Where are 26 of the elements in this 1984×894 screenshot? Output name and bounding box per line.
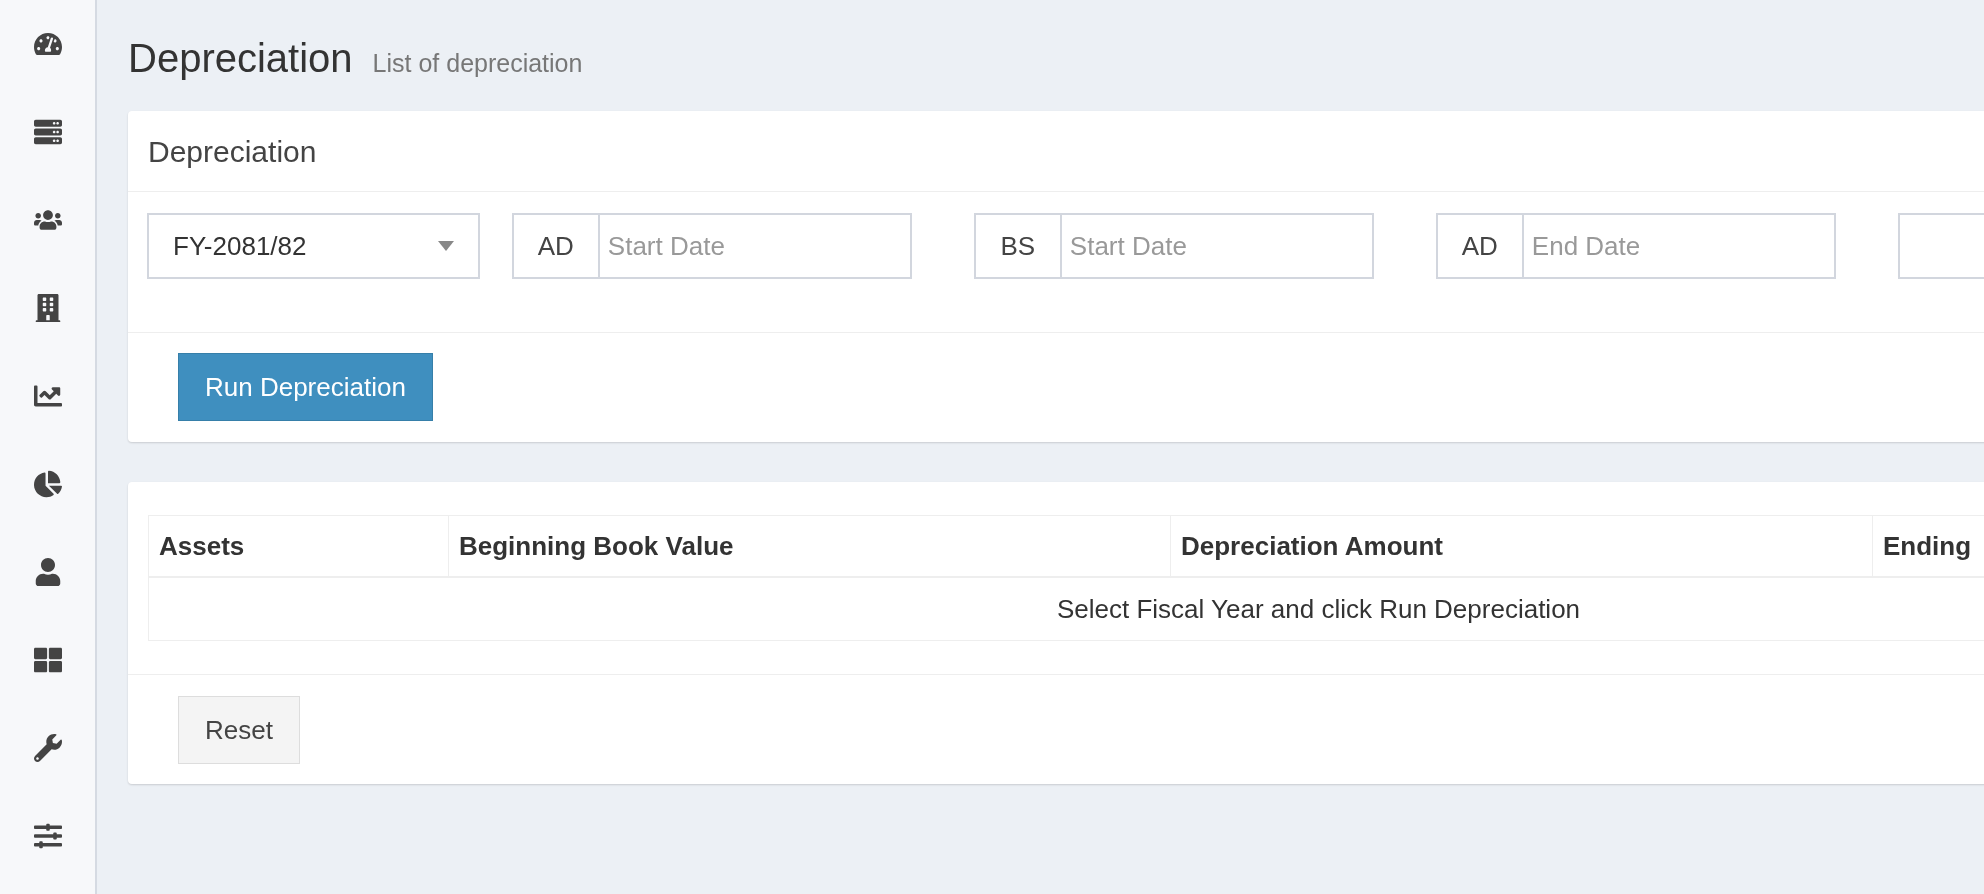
column-header: Ending: [1872, 516, 1984, 576]
empty-message: Select Fiscal Year and click Run Depreciation: [1056, 592, 1582, 626]
sliders-icon[interactable]: [33, 822, 62, 850]
grid-icon[interactable]: [33, 646, 62, 674]
caret-icon: [437, 241, 454, 251]
date-input-field[interactable]: End Date: [1523, 213, 1836, 279]
date-addon: AD: [511, 213, 600, 279]
card-title: Depreciation: [148, 133, 317, 170]
date-addon: BS: [973, 213, 1062, 279]
server-icon[interactable]: [33, 118, 62, 146]
fiscal-year-dropdown[interactable]: FY-2081/82: [147, 213, 480, 279]
building-icon[interactable]: [33, 294, 62, 322]
reset-button[interactable]: Reset: [178, 696, 300, 764]
column-header: Beginning Book Value: [448, 516, 1170, 576]
date-input-field[interactable]: Start Date: [1061, 213, 1374, 279]
column-header: Assets: [158, 529, 246, 563]
date-addon: AD: [1435, 213, 1524, 279]
gauge-icon[interactable]: [33, 30, 62, 58]
wrench-icon[interactable]: [33, 734, 62, 762]
page-subtitle: List of depreciation: [372, 48, 583, 79]
column-header: Depreciation Amount: [1170, 516, 1872, 576]
user-icon[interactable]: [33, 558, 62, 586]
date-input-field[interactable]: Start Date: [599, 213, 912, 279]
pie-chart-icon[interactable]: [33, 470, 62, 498]
page-title: Depreciation: [128, 35, 353, 82]
run-depreciation-button[interactable]: Run Depreciation: [178, 353, 433, 421]
